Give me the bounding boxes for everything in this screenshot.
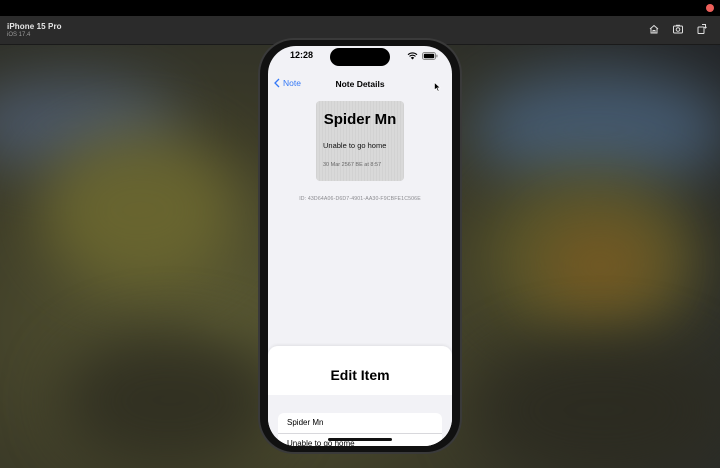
os-version: iOS 17.4: [7, 32, 31, 38]
edit-form: Spider Mn Unable to go home: [278, 413, 442, 446]
note-body: Unable to go home: [323, 141, 387, 150]
note-date: 30 Mar 2567 BE at 8:57: [323, 162, 382, 168]
screenshot-icon[interactable]: [672, 23, 684, 35]
page-title: Note Details: [335, 79, 385, 89]
device-name: iPhone 15 Pro: [7, 22, 62, 31]
phone-screen: 12:28 Note Note Details Spider Mn Unable…: [268, 46, 452, 446]
sheet-header: Edit Item: [268, 346, 452, 395]
edit-item-sheet: Edit Item Spider Mn Unable to go home: [268, 346, 452, 446]
status-time: 12:28: [290, 50, 314, 60]
sheet-title: Edit Item: [330, 367, 390, 383]
iphone-frame: 12:28 Note Note Details Spider Mn Unable…: [260, 40, 460, 452]
note-card: Spider Mn Unable to go home 30 Mar 2567 …: [316, 101, 404, 181]
simulator-window: iPhone 15 Pro iOS 17.4 12:28 Note Note D…: [0, 0, 720, 468]
home-indicator[interactable]: [328, 438, 392, 441]
mouse-cursor-icon: [434, 82, 441, 92]
rotate-icon[interactable]: [696, 23, 708, 35]
note-title: Spider Mn: [323, 111, 397, 128]
dynamic-island: [330, 48, 390, 66]
note-id: ID: 43D64A06-D6D7-4901-AA30-F9CBFE1C506E: [299, 196, 421, 202]
battery-icon: [422, 52, 438, 60]
home-icon[interactable]: [648, 23, 660, 35]
title-field[interactable]: Spider Mn: [278, 413, 442, 434]
menu-strip: [0, 0, 720, 16]
wifi-icon: [407, 52, 418, 60]
simulator-toolbar: iPhone 15 Pro iOS 17.4: [0, 0, 720, 45]
record-indicator-icon[interactable]: [706, 4, 714, 12]
